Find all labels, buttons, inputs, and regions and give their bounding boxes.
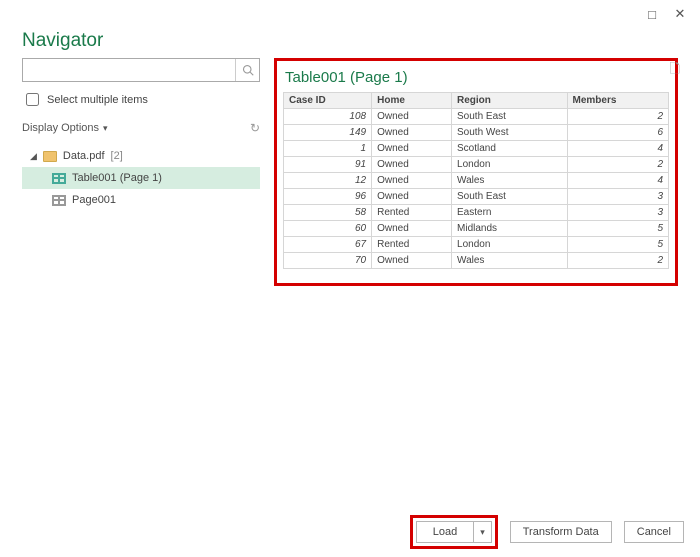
chevron-down-icon: ▾: [480, 527, 485, 538]
cancel-button[interactable]: Cancel: [624, 521, 684, 543]
transform-data-button[interactable]: Transform Data: [510, 521, 612, 543]
select-multiple-label: Select multiple items: [47, 94, 148, 106]
search-input[interactable]: [23, 59, 235, 81]
table-cell: Owned: [372, 253, 452, 269]
collapse-icon: ◢: [30, 151, 37, 162]
table-cell: 12: [284, 173, 372, 189]
help-icon[interactable]: □: [638, 7, 666, 22]
table-cell: Owned: [372, 173, 452, 189]
table-cell: 58: [284, 205, 372, 221]
column-header[interactable]: Members: [567, 93, 668, 109]
folder-icon: [43, 151, 57, 162]
table-cell: Wales: [452, 173, 568, 189]
tree-root[interactable]: ◢ Data.pdf [2]: [22, 145, 260, 167]
chevron-down-icon: ▾: [103, 123, 108, 134]
tree-item-label: Page001: [72, 194, 116, 206]
table-cell: 3: [567, 189, 668, 205]
table-row[interactable]: 96OwnedSouth East3: [284, 189, 669, 205]
table-row[interactable]: 12OwnedWales4: [284, 173, 669, 189]
tree-item-page001[interactable]: Page001: [22, 189, 260, 211]
table-cell: Eastern: [452, 205, 568, 221]
table-icon: [52, 173, 66, 184]
preview-panel: Table001 (Page 1) Case IDHomeRegionMembe…: [274, 58, 678, 286]
table-cell: 70: [284, 253, 372, 269]
table-cell: Midlands: [452, 221, 568, 237]
table-cell: Rented: [372, 237, 452, 253]
table-cell: 108: [284, 109, 372, 125]
table-cell: Owned: [372, 141, 452, 157]
column-header[interactable]: Case ID: [284, 93, 372, 109]
table-cell: 91: [284, 157, 372, 173]
table-row[interactable]: 91OwnedLondon2: [284, 157, 669, 173]
table-cell: 2: [567, 157, 668, 173]
table-cell: 4: [567, 173, 668, 189]
table-cell: 5: [567, 237, 668, 253]
search-input-wrap: [22, 58, 260, 82]
table-cell: 60: [284, 221, 372, 237]
table-cell: 3: [567, 205, 668, 221]
table-cell: 2: [567, 109, 668, 125]
table-cell: South East: [452, 109, 568, 125]
table-row[interactable]: 1OwnedScotland4: [284, 141, 669, 157]
column-header[interactable]: Region: [452, 93, 568, 109]
table-cell: London: [452, 157, 568, 173]
table-row[interactable]: 60OwnedMidlands5: [284, 221, 669, 237]
table-cell: 1: [284, 141, 372, 157]
sheet-icon: [52, 195, 66, 206]
tree-root-label: Data.pdf: [63, 150, 105, 162]
table-cell: Wales: [452, 253, 568, 269]
table-cell: South East: [452, 189, 568, 205]
column-header[interactable]: Home: [372, 93, 452, 109]
table-cell: Owned: [372, 125, 452, 141]
table-cell: Owned: [372, 221, 452, 237]
refresh-icon[interactable]: ↻: [250, 121, 260, 135]
page-title: Navigator: [0, 28, 700, 58]
table-cell: Rented: [372, 205, 452, 221]
table-cell: 2: [567, 253, 668, 269]
table-cell: Owned: [372, 109, 452, 125]
load-dropdown-button[interactable]: ▾: [474, 521, 492, 543]
close-icon[interactable]: ✕: [666, 6, 694, 22]
table-cell: 67: [284, 237, 372, 253]
table-cell: 149: [284, 125, 372, 141]
table-row[interactable]: 70OwnedWales2: [284, 253, 669, 269]
tree-item-label: Table001 (Page 1): [72, 172, 162, 184]
display-options-dropdown[interactable]: Display Options ▾: [22, 122, 108, 134]
table-cell: South West: [452, 125, 568, 141]
table-row[interactable]: 67RentedLondon5: [284, 237, 669, 253]
table-cell: London: [452, 237, 568, 253]
table-cell: 96: [284, 189, 372, 205]
table-row[interactable]: 108OwnedSouth East2: [284, 109, 669, 125]
table-cell: Owned: [372, 189, 452, 205]
preview-table: Case IDHomeRegionMembers 108OwnedSouth E…: [283, 92, 669, 269]
tree-item-table001-page-1-[interactable]: Table001 (Page 1): [22, 167, 260, 189]
preview-title: Table001 (Page 1): [285, 69, 669, 86]
table-row[interactable]: 58RentedEastern3: [284, 205, 669, 221]
preview-refresh-icon[interactable]: 🗋: [670, 60, 680, 82]
tree-root-count: [2]: [111, 150, 123, 162]
load-button-group: Load ▾: [410, 515, 498, 549]
table-cell: 5: [567, 221, 668, 237]
table-row[interactable]: 149OwnedSouth West6: [284, 125, 669, 141]
table-cell: Owned: [372, 157, 452, 173]
search-icon[interactable]: [235, 59, 259, 81]
load-button[interactable]: Load: [416, 521, 474, 543]
select-multiple-checkbox[interactable]: [26, 93, 39, 106]
table-cell: Scotland: [452, 141, 568, 157]
table-cell: 4: [567, 141, 668, 157]
table-cell: 6: [567, 125, 668, 141]
